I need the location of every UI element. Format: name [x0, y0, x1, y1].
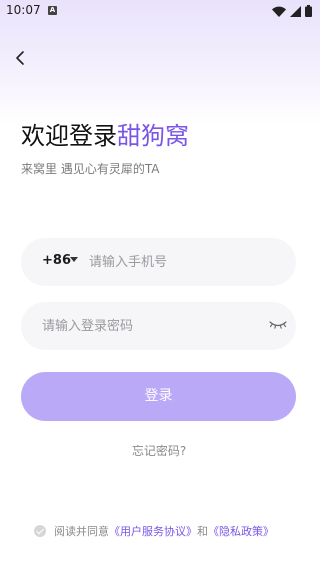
back-button[interactable]: [8, 46, 32, 70]
country-code-selector[interactable]: +86: [42, 253, 71, 268]
status-icons: [272, 4, 312, 18]
welcome-title: 欢迎登录甜狗窝: [21, 120, 189, 152]
agreement-conjunction: 和: [197, 525, 208, 538]
check-circle-icon[interactable]: [34, 525, 46, 537]
agreement-prefix: 阅读并同意: [54, 525, 109, 538]
dropdown-caret-icon[interactable]: [70, 257, 78, 262]
agreement-row: 阅读并同意 《用户服务协议》 和 《隐私政策》: [34, 524, 274, 538]
wifi-icon: [272, 6, 286, 17]
battery-icon: [305, 5, 312, 17]
signal-icon: [290, 5, 301, 17]
welcome-subtitle: 来窝里 遇见心有灵犀的TA: [21, 162, 160, 176]
eye-closed-icon[interactable]: [268, 318, 288, 332]
status-time: 10:07: [6, 3, 41, 17]
welcome-title-prefix: 欢迎登录: [21, 122, 117, 150]
phone-field: +86: [21, 238, 296, 286]
notification-a-icon: A: [48, 6, 57, 15]
privacy-policy-link[interactable]: 《隐私政策》: [208, 523, 274, 539]
brand-name: 甜狗窝: [117, 122, 189, 150]
phone-input[interactable]: [89, 250, 279, 274]
password-input[interactable]: [42, 314, 262, 338]
status-bar: 10:07 A: [0, 0, 318, 22]
forgot-password-link[interactable]: 忘记密码?: [0, 442, 318, 459]
back-arrow-icon: [16, 51, 24, 65]
login-button[interactable]: 登录: [21, 372, 296, 421]
password-field: [21, 302, 296, 350]
user-agreement-link[interactable]: 《用户服务协议》: [109, 523, 197, 539]
